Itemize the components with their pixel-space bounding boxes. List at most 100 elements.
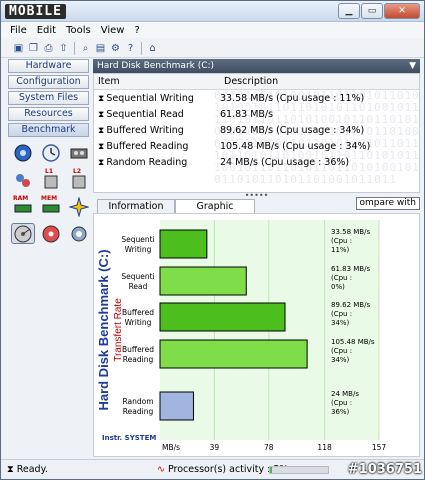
nav-hardware[interactable]: Hardware [8, 59, 89, 73]
nav-configuration[interactable]: Configuration [8, 75, 89, 89]
processor-activity-fill [270, 467, 272, 473]
minimize-button[interactable]: ▁ [338, 3, 360, 19]
maximize-button[interactable]: ▭ [361, 3, 383, 19]
print-icon[interactable]: ⎙ [42, 42, 55, 55]
cache-benchmark-icon[interactable] [11, 169, 35, 190]
x-tick-label: 39 [210, 443, 220, 452]
processor-activity-bar [269, 466, 329, 474]
hourglass-icon: ⧗ [98, 158, 105, 168]
column-header-item[interactable]: Item [94, 74, 220, 89]
menu-tools[interactable]: Tools [66, 25, 91, 36]
row-item: Buffered Reading [106, 141, 189, 152]
ram-benchmark-icon[interactable]: RAM [11, 195, 35, 217]
gpu-benchmark-icon[interactable] [67, 142, 91, 163]
row-description: 24 MB/s (Cpu usage : 36%) [220, 157, 350, 168]
row-description: 89.62 MB/s (Cpu usage : 34%) [220, 125, 365, 136]
bar [159, 391, 194, 421]
chart-title: Hard Disk Benchmark (C:) [96, 249, 111, 410]
hourglass-icon: ⧗ [7, 464, 17, 475]
category-label: Sequenti Writing [121, 235, 154, 254]
toolbar-divider [74, 41, 75, 55]
activity-icon: ∿ [157, 464, 168, 475]
bar [159, 302, 286, 332]
category-label: Random Reading [122, 397, 153, 416]
x-tick-label: 118 [317, 443, 332, 452]
hourglass-icon: ⧗ [98, 110, 105, 120]
home-icon[interactable]: ⌂ [146, 42, 159, 55]
status-bar: ⧗ Ready. ∿ Processor(s) activity : 3% #1… [1, 459, 424, 479]
nav-benchmark[interactable]: Benchmark [8, 123, 89, 137]
folder-icon[interactable]: ▤ [94, 42, 107, 55]
cdrom-icon[interactable] [39, 223, 63, 244]
chart-svg: Hard Disk Benchmark (C:) Transfert RateSe… [96, 220, 387, 452]
menu-file[interactable]: File [10, 25, 27, 36]
clock-benchmark-icon[interactable] [39, 142, 63, 163]
table-row[interactable]: ⧗ Sequential Writing 33.58 MB/s (Cpu usag… [94, 91, 419, 107]
menu-bar: File Edit Tools View ? [1, 22, 424, 38]
status-ready: ⧗ Ready. [7, 464, 48, 475]
title-bar[interactable]: MOBILE ▁ ▭ ✕ [1, 1, 424, 22]
l1-cache-icon[interactable]: L1 [39, 168, 63, 190]
close-button[interactable]: ✕ [384, 3, 420, 19]
toolbar-divider [141, 41, 142, 55]
copy-icon[interactable]: ❐ [27, 42, 40, 55]
tab-graphic[interactable]: Graphic [175, 199, 255, 213]
search-icon[interactable]: ⌕ [79, 42, 92, 55]
nav-system-files[interactable]: System Files [8, 91, 89, 105]
table-row[interactable]: ⧗ Buffered Writing 89.62 MB/s (Cpu usage … [94, 123, 419, 139]
row-description: 105.48 MB/s (Cpu usage : 34%) [220, 141, 371, 152]
panel-menu-arrow-icon[interactable]: ▼ [409, 59, 416, 73]
watermark: #1036751 [347, 462, 422, 477]
hard-disk-icon[interactable] [11, 223, 35, 244]
menu-help[interactable]: ? [134, 25, 139, 36]
main-window: MOBILE ▁ ▭ ✕ File Edit Tools View ? ▣ ❐ … [0, 0, 425, 480]
row-item: Buffered Writing [106, 125, 184, 136]
panel-title: Hard Disk Benchmark (C:) [97, 61, 215, 71]
export-icon[interactable]: ⇧ [57, 42, 70, 55]
bar [159, 339, 308, 369]
brand-label: Instr. SYSTEM [102, 434, 156, 442]
grid-header: Item Description [94, 74, 419, 90]
tab-information[interactable]: Information [97, 199, 175, 213]
row-description: 61.83 MB/s [220, 109, 274, 120]
options-icon[interactable]: ⚙ [109, 42, 122, 55]
category-label: Buffered Writing [122, 308, 154, 327]
display-benchmark-icon[interactable] [67, 196, 91, 217]
table-row[interactable]: ⧗ Random Reading 24 MB/s (Cpu usage : 36%… [94, 155, 419, 171]
row-item: Sequential Writing [106, 93, 194, 104]
panel-header: Hard Disk Benchmark (C:) ▼ [93, 59, 420, 73]
compare-with-button[interactable]: ompare with [355, 197, 420, 210]
row-description: 33.58 MB/s (Cpu usage : 11%) [220, 93, 365, 104]
menu-edit[interactable]: Edit [37, 25, 56, 36]
nav-resources[interactable]: Resources [8, 107, 89, 121]
row-item: Sequential Read [106, 109, 184, 120]
l2-cache-icon[interactable]: L2 [67, 168, 91, 190]
save-icon[interactable]: ▣ [12, 42, 25, 55]
bar [159, 266, 247, 296]
toolbar: ▣ ❐ ⎙ ⇧ ⌕ ▤ ⚙ ? ⌂ [1, 39, 424, 58]
app-logo: MOBILE [5, 4, 66, 19]
window-controls: ▁ ▭ ✕ [338, 3, 420, 19]
column-header-description[interactable]: Description [220, 74, 278, 89]
benchmark-tool-icons: L1 L2 RAM MEM [11, 142, 93, 244]
menu-view[interactable]: View [101, 25, 125, 36]
hourglass-icon: ⧗ [98, 142, 105, 152]
hourglass-icon: ⧗ [98, 126, 105, 136]
sidebar: Hardware Configuration System Files Reso… [8, 59, 91, 459]
tab-bar: Information Graphic ompare with [93, 197, 420, 213]
table-row[interactable]: ⧗ Buffered Reading 105.48 MB/s (Cpu usage… [94, 139, 419, 155]
row-item: Random Reading [106, 157, 188, 168]
cpu-benchmark-icon[interactable] [11, 142, 35, 163]
x-unit-label: MB/s [162, 443, 180, 452]
table-row[interactable]: ⧗ Sequential Read 61.83 MB/s [94, 107, 419, 123]
bar [159, 229, 208, 259]
hourglass-icon: ⧗ [98, 94, 105, 104]
x-tick-label: 157 [372, 443, 387, 452]
category-label: Buffered Reading [122, 345, 154, 364]
main-panel: Hard Disk Benchmark (C:) ▼ 0110110101001… [93, 59, 420, 457]
network-icon[interactable] [67, 223, 91, 244]
results-grid: 0110110101001011011010110101101001011011… [93, 73, 420, 193]
memory-benchmark-icon[interactable]: MEM [39, 195, 63, 217]
help-icon[interactable]: ? [124, 42, 137, 55]
benchmark-chart: Hard Disk Benchmark (C:) Transfert Rate Se… [93, 213, 420, 457]
